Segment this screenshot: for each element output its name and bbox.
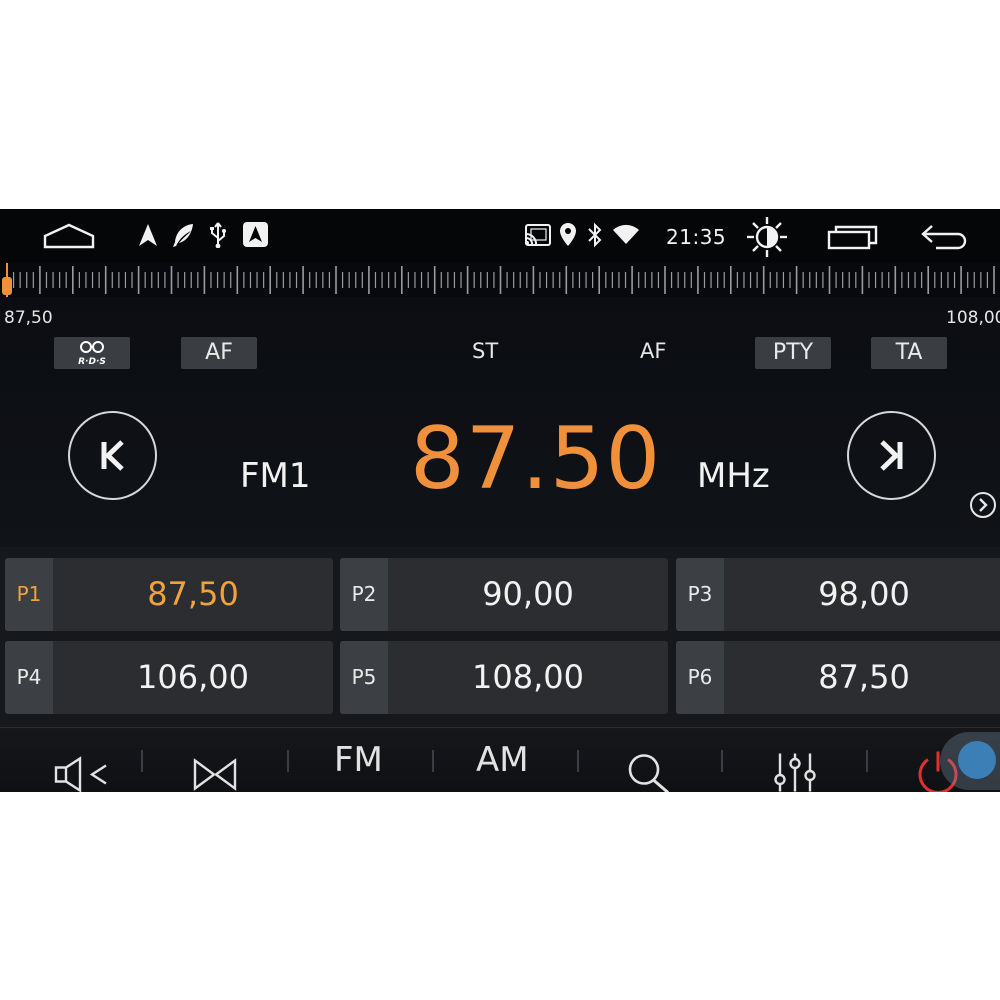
preset-label: P4 [5,641,53,714]
preset-frequency: 87,50 [818,658,910,696]
seek-forward-icon [880,440,903,471]
toolbar-separator [141,750,143,772]
stereo-indicator: ST [472,339,499,363]
more-arrow-icon[interactable] [969,491,997,519]
bottom-toolbar: FM AM [0,727,1000,792]
brightness-icon[interactable] [745,215,789,259]
seek-back-button[interactable] [68,411,157,500]
toolbar-separator [287,750,289,772]
preset-p6[interactable]: P6 87,50 [676,641,1000,714]
location-icon [560,223,576,246]
preset-frequency: 90,00 [482,575,574,613]
carplay-icon[interactable] [243,222,268,247]
toolbar-separator [577,750,579,772]
preset-label: P2 [340,558,388,631]
feather-icon[interactable] [171,222,195,248]
preset-label: P1 [5,558,53,631]
tuner-scale[interactable] [0,263,1000,297]
volume-icon[interactable] [52,742,112,792]
toolbar-separator [866,750,868,772]
preset-p1[interactable]: P1 87,50 [5,558,333,631]
preset-p3[interactable]: P3 98,00 [676,558,1000,631]
equalizer-icon[interactable] [772,740,818,792]
preset-label: P5 [340,641,388,714]
floating-assist-button[interactable] [940,732,1000,790]
usb-icon[interactable] [208,222,228,248]
back-icon[interactable] [920,223,970,251]
preset-frequency: 108,00 [472,658,584,696]
frequency-display: 87.50 [410,409,662,509]
preset-p5[interactable]: P5 108,00 [340,641,668,714]
rds-logo-icon: R·D·S [78,341,106,367]
radio-screen: 21:35 87,50 108,00 R·D·S AF ST AF PTY TA… [0,209,1000,792]
scale-max-label: 108,00 [946,308,1000,328]
am-band-button[interactable]: AM [476,728,529,792]
bluetooth-icon [588,222,602,248]
search-icon[interactable] [626,741,672,792]
rds-logo-text: R·D·S [78,357,106,367]
preset-label: P6 [676,641,724,714]
rds-button[interactable]: R·D·S [54,337,130,369]
clock: 21:35 [666,225,727,249]
scale-min-label: 87,50 [4,308,53,328]
preset-frequency: 106,00 [137,658,249,696]
fm-band-button[interactable]: FM [334,728,383,792]
seek-back-icon [101,440,124,471]
preset-label: P3 [676,558,724,631]
toolbar-separator [721,750,723,772]
unit-label: MHz [697,456,770,496]
ta-button[interactable]: TA [871,337,947,369]
home-icon[interactable] [42,222,96,250]
toolbar-separator [432,750,434,772]
recent-apps-icon[interactable] [827,224,879,250]
seek-forward-button[interactable] [847,411,936,500]
preset-frequency: 87,50 [147,575,239,613]
wifi-icon [613,224,639,244]
preset-frequency: 98,00 [818,575,910,613]
band-label: FM1 [240,456,311,496]
af-indicator: AF [640,339,667,363]
cast-icon[interactable] [525,224,551,246]
navigation-icon[interactable] [138,223,158,247]
preset-p2[interactable]: P2 90,00 [340,558,668,631]
af-button[interactable]: AF [181,337,257,369]
preset-p4[interactable]: P4 106,00 [5,641,333,714]
status-bar: 21:35 [0,209,1000,263]
stereo-icon[interactable] [192,742,238,792]
pty-button[interactable]: PTY [755,337,831,369]
